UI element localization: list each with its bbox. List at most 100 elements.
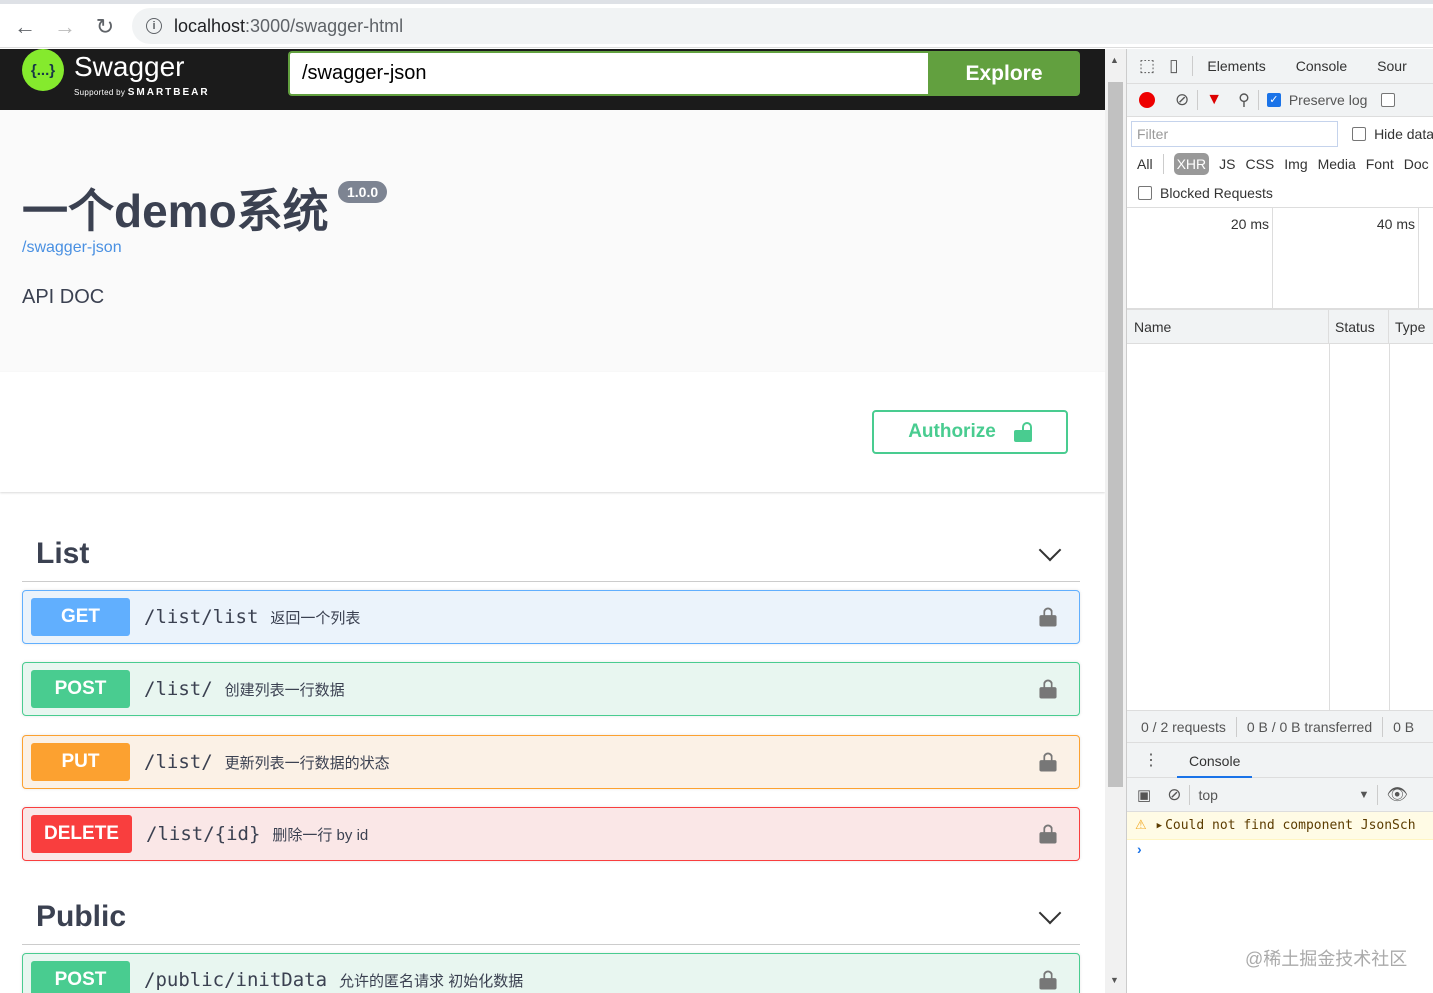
type-js[interactable]: JS <box>1219 156 1235 172</box>
clear-icon[interactable]: ⊘ <box>1175 90 1189 110</box>
operation-put-list[interactable]: PUT/list/更新列表一行数据的状态 <box>22 735 1080 789</box>
lock-icon[interactable] <box>1039 679 1057 699</box>
filter-input[interactable]: Filter <box>1131 120 1339 147</box>
type-filters: All XHR JS CSS Img Media Font Doc <box>1127 150 1433 178</box>
warning-message: Could not find component JsonSch <box>1165 818 1416 833</box>
authorize-label: Authorize <box>908 421 996 442</box>
op-path: /list/ <box>144 678 213 700</box>
col-status[interactable]: Status <box>1329 309 1389 344</box>
op-path: /list/ <box>144 751 213 773</box>
tab-elements[interactable]: Elements <box>1207 58 1265 74</box>
smartbear-label: SMARTBEAR <box>127 87 210 98</box>
back-icon[interactable]: ← <box>12 14 38 40</box>
operation-delete-list[interactable]: DELETE/list/{id} 删除一行 by id <box>22 807 1080 861</box>
request-count: 0 / 2 requests <box>1141 718 1226 735</box>
tab-sources[interactable]: Sour <box>1377 58 1407 74</box>
supported-label: Supported by <box>74 88 126 97</box>
transferred: 0 B / 0 B transferred <box>1246 718 1373 735</box>
op-path: /public/initData <box>144 969 328 991</box>
spec-url-input[interactable]: /swagger-json <box>288 51 928 96</box>
drawer-tabbar: ⋮ Console <box>1127 743 1433 778</box>
forward-icon[interactable]: → <box>52 14 78 40</box>
hide-data-label: Hide data <box>1374 125 1433 142</box>
brand-name: Swagger <box>74 51 185 82</box>
swagger-page: {...} Swagger Supported by SMARTBEAR /sw… <box>0 49 1105 993</box>
dropdown-arrow-icon[interactable]: ▼ <box>1358 789 1369 801</box>
context-select[interactable]: top <box>1198 787 1358 803</box>
type-font[interactable]: Font <box>1366 156 1394 172</box>
blocked-requests-checkbox[interactable] <box>1138 185 1152 200</box>
info-section: 一个demo系统 1.0.0 /swagger-json API DOC <box>0 110 1105 372</box>
blocked-row: Blocked Requests <box>1127 178 1433 208</box>
type-xhr[interactable]: XHR <box>1173 153 1210 175</box>
lock-icon[interactable] <box>1039 824 1057 844</box>
type-media[interactable]: Media <box>1318 156 1356 172</box>
method-badge: GET <box>31 598 130 636</box>
url-host: localhost <box>174 15 246 36</box>
method-badge: PUT <box>31 743 130 781</box>
swagger-topbar: {...} Swagger Supported by SMARTBEAR /sw… <box>0 49 1105 110</box>
drawer-tab-console[interactable]: Console <box>1177 745 1253 778</box>
chevron-down-icon[interactable] <box>1038 538 1062 561</box>
console-warning[interactable]: ⚠ ▶ Could not find component JsonSch <box>1127 812 1433 840</box>
hide-data-urls-checkbox[interactable] <box>1352 126 1367 141</box>
op-summary: 创建列表一行数据 <box>224 681 345 699</box>
api-title: 一个demo系统 <box>22 185 329 237</box>
lock-icon[interactable] <box>1039 752 1057 772</box>
url-path: :3000/swagger-html <box>245 15 404 36</box>
address-bar[interactable]: i localhost:3000/swagger-html <box>132 8 1433 44</box>
page-scrollbar[interactable]: ▲ ▼ <box>1105 49 1126 993</box>
clear-console-icon[interactable]: ⊘ <box>1167 785 1181 805</box>
op-summary: 删除一行 by id <box>272 826 369 844</box>
eye-icon[interactable]: 👁 <box>1386 785 1408 805</box>
spec-link[interactable]: /swagger-json <box>22 239 122 257</box>
type-css[interactable]: CSS <box>1245 156 1274 172</box>
timeline-tick: 40 ms <box>1273 208 1419 308</box>
more-icon[interactable]: ⋮ <box>1143 750 1159 770</box>
browser-toolbar: ← → ↻ i localhost:3000/swagger-html <box>0 0 1433 48</box>
record-icon[interactable] <box>1139 92 1155 108</box>
tag-public-header[interactable]: Public <box>22 889 1080 945</box>
scroll-down-icon[interactable]: ▼ <box>1110 975 1119 985</box>
explore-button[interactable]: Explore <box>928 51 1080 96</box>
warning-icon: ⚠ <box>1135 818 1147 833</box>
type-all[interactable]: All <box>1137 156 1153 172</box>
filter-row: Filter Hide data <box>1127 117 1433 150</box>
network-summary: 0 / 2 requests 0 B / 0 B transferred 0 B <box>1127 710 1433 743</box>
op-summary: 允许的匿名请求 初始化数据 <box>339 972 524 990</box>
tag-list-header[interactable]: List <box>22 526 1080 582</box>
operation-post-public[interactable]: POST/public/initData 允许的匿名请求 初始化数据 <box>22 953 1080 993</box>
col-type[interactable]: Type <box>1389 319 1425 335</box>
sidebar-toggle-icon[interactable]: ▣ <box>1137 786 1151 804</box>
type-img[interactable]: Img <box>1284 156 1307 172</box>
requests-table-header: Name Status Type <box>1127 309 1433 344</box>
console-toolbar: ▣ ⊘ top ▼ 👁 <box>1127 778 1433 812</box>
timeline-tick: 20 ms <box>1127 208 1273 308</box>
operation-post-list[interactable]: POST/list/创建列表一行数据 <box>22 662 1080 716</box>
scroll-up-icon[interactable]: ▲ <box>1110 55 1119 65</box>
devtools-tabbar: ⬚ ▯ Elements Console Sour <box>1127 49 1433 84</box>
console-prompt-icon[interactable]: › <box>1137 841 1142 857</box>
device-toolbar-icon[interactable]: ▯ <box>1169 56 1178 76</box>
inspect-icon[interactable]: ⬚ <box>1139 56 1155 76</box>
op-summary: 返回一个列表 <box>270 609 361 627</box>
devtools-panel: ⬚ ▯ Elements Console Sour ⊘ ▼ ⚲ ✓ Preserv… <box>1126 49 1433 993</box>
filter-icon[interactable]: ▼ <box>1206 91 1222 109</box>
expand-arrow-icon[interactable]: ▶ <box>1157 821 1162 831</box>
lock-icon[interactable] <box>1039 970 1057 990</box>
info-icon[interactable]: i <box>146 18 162 34</box>
preserve-log-checkbox[interactable]: ✓ <box>1266 93 1281 107</box>
col-name[interactable]: Name <box>1127 309 1329 344</box>
type-doc[interactable]: Doc <box>1404 156 1429 172</box>
lock-icon[interactable] <box>1039 607 1057 627</box>
search-icon[interactable]: ⚲ <box>1238 90 1250 110</box>
tab-console[interactable]: Console <box>1296 58 1347 74</box>
authorize-button[interactable]: Authorize <box>872 410 1068 454</box>
api-description: API DOC <box>22 286 105 308</box>
disable-cache-checkbox[interactable] <box>1381 93 1396 107</box>
operation-get-list[interactable]: GET/list/list 返回一个列表 <box>22 590 1080 644</box>
scrollbar-thumb[interactable] <box>1108 82 1123 787</box>
chevron-down-icon[interactable] <box>1038 901 1062 924</box>
reload-icon[interactable]: ↻ <box>92 14 118 40</box>
method-badge: DELETE <box>31 815 132 853</box>
